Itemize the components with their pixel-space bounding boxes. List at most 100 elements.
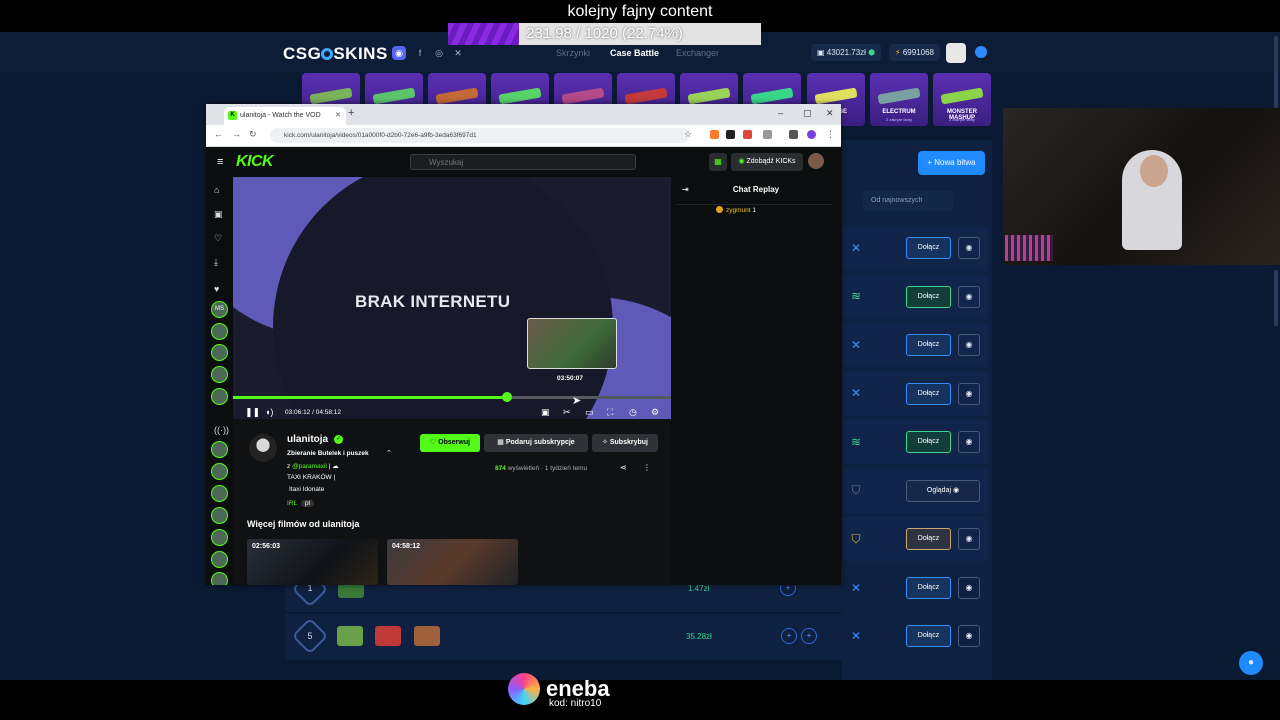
discord-icon[interactable]: ◉: [392, 46, 406, 60]
subscribe-button[interactable]: ✧ Subskrybuj: [592, 434, 658, 452]
streamer-avatar[interactable]: [249, 434, 277, 462]
page-scrollbar[interactable]: [1274, 36, 1278, 108]
sidebar-channel-avatar[interactable]: [211, 388, 228, 405]
reload-icon[interactable]: ↻: [249, 129, 257, 140]
add-player-button[interactable]: +: [801, 628, 817, 644]
eye-icon[interactable]: ◉: [958, 237, 980, 259]
facebook-icon[interactable]: f: [413, 46, 427, 60]
eye-icon[interactable]: ◉: [958, 625, 980, 647]
sidebar-channel-avatar[interactable]: [211, 551, 228, 568]
cast-icon[interactable]: [789, 130, 798, 139]
kick-gift-icon[interactable]: ▦: [709, 153, 727, 171]
sidebar-channel-avatar[interactable]: [211, 323, 228, 340]
hamburger-menu-icon[interactable]: ≡: [217, 156, 223, 168]
case-card[interactable]: MONSTER MASHUP 2 zakryte fanty: [933, 73, 991, 126]
gift-subs-button[interactable]: ▦ Podaruj subskrypcje: [484, 434, 588, 452]
sidebar-channel-avatar[interactable]: [211, 441, 228, 458]
extension-icon[interactable]: [710, 130, 719, 139]
theatre-mode-icon[interactable]: ▭: [585, 407, 594, 418]
browser-tab[interactable]: K ulanitoja - Watch the VOD ✕: [224, 107, 346, 125]
nav-cases[interactable]: Skrzynki: [556, 48, 590, 58]
nav-case-battle[interactable]: Case Battle: [610, 48, 659, 58]
sidebar-channel-avatar[interactable]: [211, 366, 228, 383]
bookmark-star-icon[interactable]: ☆: [684, 129, 692, 140]
sidebar-channel-avatar[interactable]: [211, 507, 228, 524]
follow-button[interactable]: ♡ Obserwuj: [420, 434, 480, 452]
deposit-plus-icon[interactable]: ⬢: [868, 48, 875, 57]
following-heart-icon[interactable]: ♡: [214, 233, 222, 244]
watch-button[interactable]: Oglądaj ◉: [906, 480, 980, 502]
new-battle-button[interactable]: + Nowa bitwa: [918, 151, 985, 175]
sidebar-channel-avatar[interactable]: [211, 344, 228, 361]
upload-icon[interactable]: ⤓: [214, 257, 218, 268]
close-icon[interactable]: ✕: [335, 107, 341, 125]
pause-icon[interactable]: ❚❚: [245, 407, 260, 418]
add-player-button[interactable]: +: [781, 628, 797, 644]
close-window-button[interactable]: ✕: [826, 108, 834, 119]
mention-link[interactable]: @paramaxil: [292, 463, 327, 470]
sidebar-channel-avatar[interactable]: [211, 529, 228, 546]
forward-arrow-icon[interactable]: →: [232, 129, 241, 139]
join-button[interactable]: Dołącz: [906, 334, 951, 356]
sidebar-channel-avatar[interactable]: MS: [211, 301, 228, 318]
maximize-button[interactable]: ▢: [803, 108, 812, 119]
join-button[interactable]: Dołącz: [906, 528, 951, 550]
sidebar-channel-avatar[interactable]: [211, 572, 228, 585]
search-input[interactable]: [410, 154, 636, 170]
nav-exchanger[interactable]: Exchanger: [676, 48, 719, 58]
gmail-icon[interactable]: [743, 130, 752, 139]
volume-icon[interactable]: ◖): [265, 407, 273, 417]
streamer-name[interactable]: ulanitoja: [287, 434, 328, 445]
instagram-icon[interactable]: ◎: [432, 46, 446, 60]
category-tag[interactable]: IRL: [287, 500, 297, 507]
share-icon[interactable]: ⋖: [620, 463, 627, 472]
eye-icon[interactable]: ◉: [958, 286, 980, 308]
seek-handle[interactable]: [501, 392, 512, 402]
eye-icon[interactable]: ◉: [958, 528, 980, 550]
miniplayer-icon[interactable]: ▣: [541, 407, 550, 418]
page-scrollbar[interactable]: [1274, 270, 1278, 326]
join-button[interactable]: Dołącz: [906, 577, 951, 599]
profile-icon[interactable]: [807, 130, 816, 139]
speed-icon[interactable]: ◷: [629, 407, 637, 418]
chevron-up-icon[interactable]: ⌃: [386, 449, 392, 457]
new-tab-button[interactable]: +: [348, 107, 354, 119]
x-icon[interactable]: ✕: [451, 46, 465, 60]
extension-icon[interactable]: [726, 130, 735, 139]
kick-user-avatar[interactable]: [808, 153, 824, 169]
settings-gear-icon[interactable]: ⚙: [651, 407, 659, 418]
eye-icon[interactable]: ◉: [958, 431, 980, 453]
gear-icon[interactable]: [975, 46, 987, 58]
extensions-puzzle-icon[interactable]: [763, 130, 772, 139]
eye-icon[interactable]: ◉: [958, 577, 980, 599]
minimize-button[interactable]: –: [778, 108, 783, 118]
join-button[interactable]: Dołącz: [906, 431, 951, 453]
browser-menu-icon[interactable]: ⋮: [826, 129, 835, 140]
join-button[interactable]: Dołącz: [906, 383, 951, 405]
case-card[interactable]: ELECTRUM 2 zakryte fanty: [870, 73, 928, 126]
join-button[interactable]: Dołącz: [906, 625, 951, 647]
clip-icon[interactable]: ✂: [563, 407, 571, 418]
eye-icon[interactable]: ◉: [958, 383, 980, 405]
coins-display[interactable]: ⚡ 6991068: [889, 44, 940, 61]
kick-logo[interactable]: KICK: [236, 153, 274, 171]
home-icon[interactable]: ⌂: [214, 185, 219, 195]
join-button[interactable]: Dołącz: [906, 286, 951, 308]
more-options-icon[interactable]: ⋮: [643, 463, 651, 472]
sort-select[interactable]: Od najnowszych: [863, 191, 953, 211]
fullscreen-icon[interactable]: ⛶: [607, 407, 613, 418]
support-chat-icon[interactable]: ●: [1239, 651, 1263, 675]
browse-icon[interactable]: ▣: [214, 209, 223, 220]
sidebar-channel-avatar[interactable]: [211, 485, 228, 502]
sidebar-channel-avatar[interactable]: [211, 463, 228, 480]
language-tag[interactable]: pl: [301, 500, 315, 507]
site-logo[interactable]: CSG SKINS: [283, 44, 388, 64]
balance-display[interactable]: ▣ 43021.73zł ⬢: [811, 44, 882, 61]
user-avatar[interactable]: [946, 43, 966, 63]
back-arrow-icon[interactable]: ←: [214, 129, 223, 139]
url-field[interactable]: kick.com/ulanitoja/videos/01a000f0-d2b0-…: [270, 128, 690, 143]
chat-username[interactable]: zygmunt: [726, 207, 751, 214]
get-kicks-button[interactable]: ◉ Zdobądź KICKs: [731, 153, 803, 171]
join-button[interactable]: Dołącz: [906, 237, 951, 259]
eye-icon[interactable]: ◉: [958, 334, 980, 356]
